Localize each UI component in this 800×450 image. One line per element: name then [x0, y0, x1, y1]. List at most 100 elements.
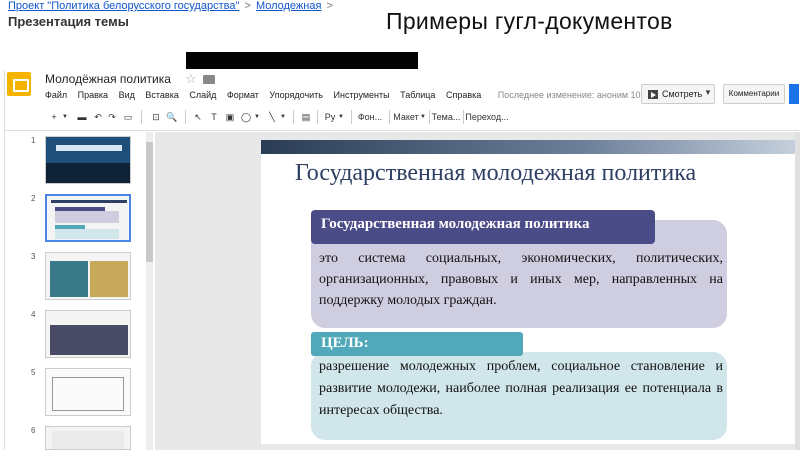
slide-thumbnail-1[interactable] [45, 136, 131, 184]
slide[interactable]: Государственная молодежная политика Госу… [261, 140, 800, 444]
thumbnail-box [55, 229, 119, 239]
share-button[interactable] [789, 84, 799, 104]
new-slide-icon[interactable]: + [47, 108, 61, 126]
theme-button[interactable]: Тема... [431, 108, 461, 126]
menu-slide[interactable]: Слайд [189, 90, 216, 100]
slides-logo-icon[interactable] [7, 72, 31, 96]
toolbar-divider [389, 110, 390, 124]
document-title[interactable]: Молодёжная политика [45, 72, 171, 86]
chevron-down-icon[interactable]: ▼ [704, 88, 712, 97]
breadcrumb-youth-link[interactable]: Молодежная [256, 0, 322, 12]
star-icon[interactable]: ☆ [185, 71, 197, 87]
thumbnail-scrollbar[interactable] [146, 132, 153, 450]
canvas-scrollbar[interactable] [795, 132, 800, 450]
thumbnail-title-bar [51, 200, 127, 203]
slide-thumbnail-6[interactable] [45, 426, 131, 450]
slide-title[interactable]: Государственная молодежная политика [295, 160, 696, 187]
menu-table[interactable]: Таблица [400, 90, 435, 100]
thumbnail-box [55, 211, 119, 223]
thumbnail-box [52, 431, 124, 449]
page-header: Проект "Политика белорусского государств… [0, 0, 800, 69]
chevron-down-icon[interactable]: ▼ [61, 108, 69, 126]
redaction-bar [186, 52, 418, 69]
line-icon[interactable]: ╲ [265, 108, 279, 126]
breadcrumb: Проект "Политика белорусского государств… [8, 0, 335, 12]
chevron-down-icon[interactable]: ▼ [337, 108, 345, 126]
slide-thumbnail-5[interactable] [45, 368, 131, 416]
slide-number: 2 [31, 194, 36, 203]
slide-thumbnail-2[interactable] [45, 194, 131, 242]
breadcrumb-project-link[interactable]: Проект "Политика белорусского государств… [8, 0, 239, 12]
menu-arrange[interactable]: Упорядочить [269, 90, 323, 100]
page-heading: Примеры гугл-документов [386, 8, 673, 34]
toolbar-divider [141, 110, 142, 124]
background-button[interactable]: Фон... [355, 108, 385, 126]
slide-thumbnail-rail: 1 2 3 4 5 6 [5, 132, 155, 450]
slide-number: 3 [31, 252, 36, 261]
chevron-down-icon[interactable]: ▼ [279, 108, 287, 126]
goal-header-text: ЦЕЛЬ: [321, 335, 369, 351]
menu-file[interactable]: Файл [45, 90, 67, 100]
slides-editor-window: Молодёжная политика ☆ Файл Правка Вид Вс… [4, 70, 800, 450]
image-icon[interactable]: ▣ [223, 108, 237, 126]
slide-number: 5 [31, 368, 36, 377]
present-button[interactable]: Смотреть ▼ [641, 84, 715, 104]
menu-bar: Файл Правка Вид Вставка Слайд Формат Упо… [45, 90, 665, 104]
scrollbar-thumb[interactable] [146, 142, 153, 262]
toolbar-divider [185, 110, 186, 124]
toolbar-divider [293, 110, 294, 124]
play-icon [648, 90, 658, 99]
toolbar-divider [351, 110, 352, 124]
text-box-icon[interactable]: T [207, 108, 221, 126]
print-icon[interactable]: ▬ [75, 108, 89, 126]
breadcrumb-separator: > [326, 0, 333, 12]
shape-icon[interactable]: ◯ [239, 108, 253, 126]
definition-header[interactable]: Государственная молодежная политика [311, 210, 655, 244]
toolbar-divider [429, 110, 430, 124]
folder-icon[interactable] [203, 75, 215, 84]
menu-format[interactable]: Формат [227, 90, 259, 100]
presentation-topic-label: Презентация темы [8, 14, 129, 29]
toolbar-divider [317, 110, 318, 124]
slide-header-band [261, 140, 800, 154]
paint-format-icon[interactable]: ▭ [121, 108, 135, 126]
screenshot-root: Проект "Политика белорусского государств… [0, 0, 800, 450]
definition-header-text: Государственная молодежная политика [321, 216, 590, 232]
breadcrumb-separator: > [244, 0, 251, 12]
toolbar-divider [463, 110, 464, 124]
thumbnail-crowd-image [46, 163, 130, 183]
select-cursor-icon[interactable]: ↖ [191, 108, 205, 126]
comment-icon[interactable]: ▤ [299, 108, 313, 126]
present-label: Смотреть [662, 89, 703, 99]
undo-icon[interactable]: ↶ [91, 108, 105, 126]
toolbar-divider-line [5, 130, 800, 131]
thumbnail-title-bar [56, 145, 122, 151]
thumbnail-box [50, 261, 88, 297]
menu-tools[interactable]: Инструменты [334, 90, 390, 100]
slide-number: 6 [31, 426, 36, 435]
menu-insert[interactable]: Вставка [145, 90, 178, 100]
chevron-down-icon[interactable]: ▼ [419, 108, 427, 126]
redo-icon[interactable]: ↷ [105, 108, 119, 126]
thumbnail-box [90, 261, 128, 297]
menu-edit[interactable]: Правка [78, 90, 108, 100]
slide-thumbnail-3[interactable] [45, 252, 131, 300]
goal-header[interactable]: ЦЕЛЬ: [311, 332, 523, 356]
chevron-down-icon[interactable]: ▼ [253, 108, 261, 126]
last-edit-status[interactable]: Последнее изменение: аноним 10 м... [498, 90, 657, 100]
slide-number: 4 [31, 310, 36, 319]
layout-button[interactable]: Макет [393, 108, 419, 126]
goal-text[interactable]: разрешение молодежных проблем, социально… [319, 356, 723, 422]
definition-text[interactable]: это система социальных, экономических, п… [319, 248, 723, 311]
zoom-icon[interactable]: 🔍 [165, 108, 179, 126]
slide-number: 1 [31, 136, 36, 145]
comments-button[interactable]: Комментарии [723, 84, 785, 104]
slide-thumbnail-4[interactable] [45, 310, 131, 358]
menu-help[interactable]: Справка [446, 90, 481, 100]
thumbnail-table [50, 325, 128, 355]
slide-canvas: Государственная молодежная политика Госу… [155, 132, 800, 450]
transition-button[interactable]: Переход... [465, 108, 509, 126]
menu-view[interactable]: Вид [119, 90, 135, 100]
thumbnail-list [52, 377, 124, 411]
zoom-fit-icon[interactable]: ⊡ [149, 108, 163, 126]
